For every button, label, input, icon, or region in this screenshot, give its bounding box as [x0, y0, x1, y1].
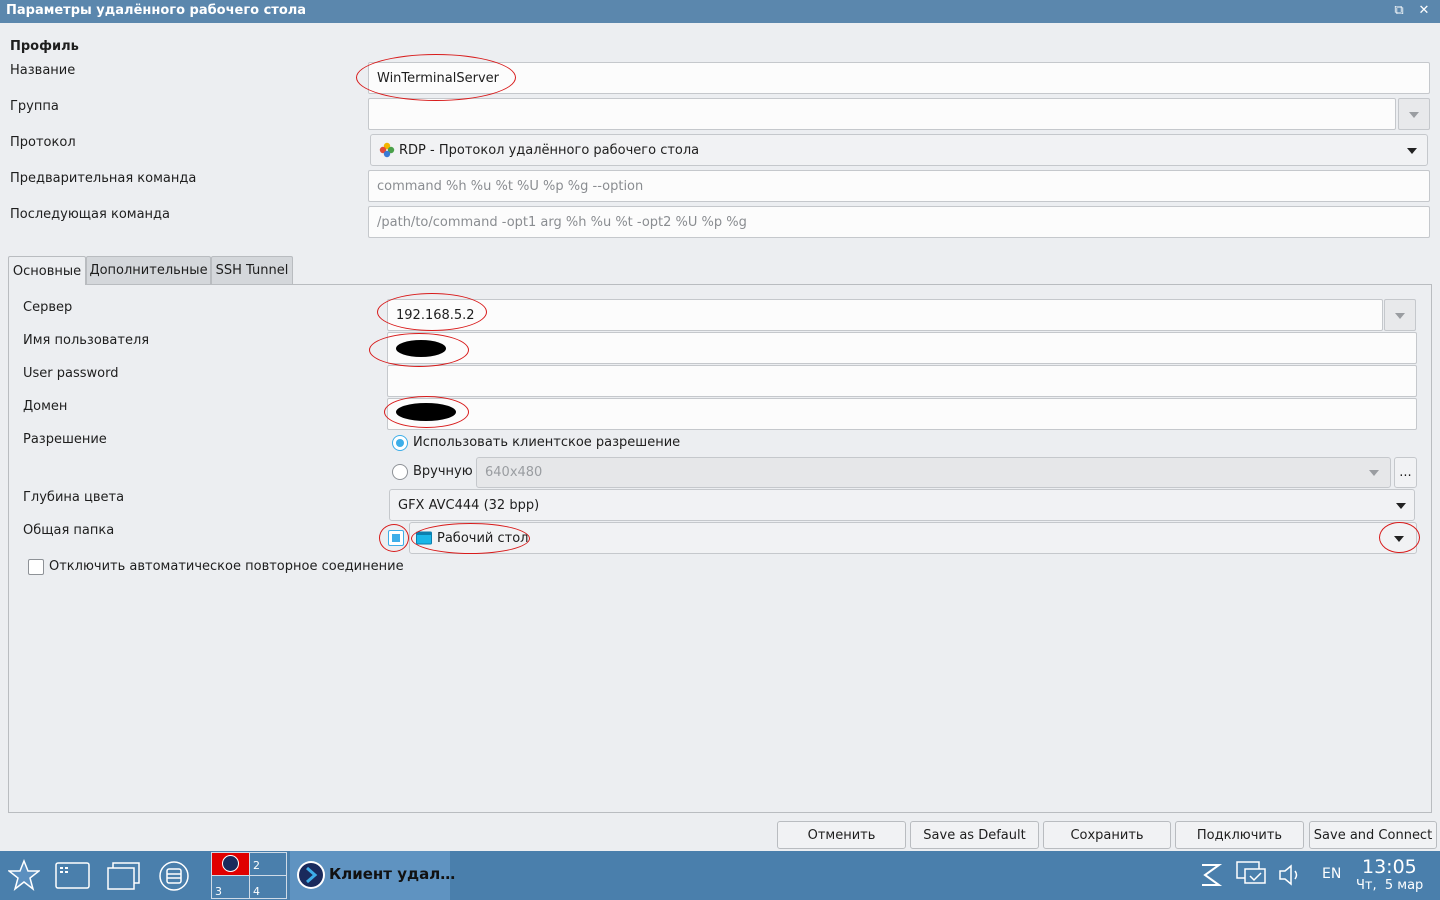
- tab-ssh-tunnel[interactable]: SSH Tunnel: [211, 256, 293, 284]
- workspace-1[interactable]: [212, 853, 249, 875]
- resolution-client-label: Использовать клиентское разрешение: [413, 435, 681, 450]
- workspace-4-label: 4: [253, 885, 260, 898]
- password-input[interactable]: [387, 365, 1417, 397]
- restore-icon[interactable]: ⧉: [1390, 2, 1408, 20]
- start-menu-star-icon[interactable]: [8, 859, 40, 891]
- password-label: User password: [23, 366, 119, 381]
- workspace-pager[interactable]: 2 3 4: [211, 852, 287, 899]
- save-button[interactable]: Сохранить: [1043, 821, 1171, 849]
- tab-advanced-label: Дополнительные: [89, 263, 208, 278]
- clock-time[interactable]: 13:05: [1362, 856, 1417, 878]
- redaction-mark: [396, 340, 446, 357]
- protocol-label: Протокол: [10, 135, 76, 150]
- protocol-value: RDP - Протокол удалённого рабочего стола: [399, 142, 700, 158]
- cancel-button[interactable]: Отменить: [777, 821, 906, 849]
- resolution-manual-select[interactable]: 640x480: [476, 457, 1391, 488]
- server-label: Сервер: [23, 300, 73, 315]
- folder-icon: [416, 531, 432, 545]
- workspace-2[interactable]: 2: [249, 853, 286, 875]
- chevron-down-icon: [1407, 148, 1417, 154]
- cancel-label: Отменить: [807, 827, 876, 843]
- resolution-more-button[interactable]: ...: [1394, 457, 1417, 488]
- workspace-2-label: 2: [253, 859, 260, 872]
- resolution-client-radio[interactable]: [392, 435, 408, 451]
- server-value: 192.168.5.2: [396, 307, 475, 323]
- save-label: Сохранить: [1070, 827, 1144, 843]
- chevron-down-icon: [1396, 503, 1406, 509]
- group-dropdown-button[interactable]: [1398, 98, 1430, 130]
- protocol-select[interactable]: RDP - Протокол удалённого рабочего стола: [370, 134, 1428, 166]
- color-depth-label: Глубина цвета: [23, 490, 125, 505]
- color-depth-select[interactable]: GFX AVC444 (32 bpp): [389, 489, 1415, 521]
- shared-folder-label: Общая папка: [23, 523, 115, 538]
- resolution-more-label: ...: [1399, 465, 1412, 480]
- task-title: Клиент удал…: [329, 865, 456, 883]
- network-sync-icon[interactable]: [1199, 862, 1223, 888]
- group-label: Группа: [10, 99, 59, 114]
- save-as-default-label: Save as Default: [923, 827, 1026, 843]
- precommand-input[interactable]: command %h %u %t %U %p %g --option: [368, 170, 1430, 202]
- save-and-connect-button[interactable]: Save and Connect: [1309, 821, 1437, 849]
- domain-label: Домен: [23, 399, 68, 414]
- precommand-placeholder: command %h %u %t %U %p %g --option: [377, 178, 644, 194]
- server-dropdown-button[interactable]: [1384, 299, 1416, 331]
- group-input[interactable]: [368, 98, 1396, 130]
- name-input-value: WinTerminalServer: [377, 70, 499, 86]
- precommand-label: Предварительная команда: [10, 171, 197, 186]
- connect-button[interactable]: Подключить: [1175, 821, 1304, 849]
- remmina-app-icon: [297, 861, 325, 889]
- username-input[interactable]: [387, 332, 1417, 364]
- shared-folder-value: Рабочий стол: [437, 530, 529, 546]
- workspace-4[interactable]: 4: [249, 875, 286, 898]
- taskbar-task-remmina[interactable]: Клиент удал…: [290, 851, 455, 900]
- disable-reconnect-label: Отключить автоматическое повторное соеди…: [49, 559, 404, 574]
- clock-date[interactable]: Чт, 5 мар: [1356, 878, 1423, 893]
- resolution-manual-radio[interactable]: [392, 464, 408, 480]
- chevron-down-icon: [1369, 470, 1379, 476]
- color-depth-value: GFX AVC444 (32 bpp): [398, 497, 540, 513]
- windows-overview-icon[interactable]: [107, 862, 141, 890]
- workspace-3[interactable]: 3: [212, 875, 249, 898]
- postcommand-label: Последующая команда: [10, 207, 171, 222]
- rdp-protocol-icon: [379, 142, 395, 158]
- domain-input[interactable]: [387, 398, 1417, 430]
- resolution-manual-label: Вручную: [413, 464, 473, 479]
- server-input[interactable]: 192.168.5.2: [387, 299, 1383, 331]
- file-manager-icon[interactable]: [158, 860, 190, 892]
- postcommand-input[interactable]: /path/to/command -opt1 arg %h %u %t -opt…: [368, 206, 1430, 238]
- connect-label: Подключить: [1196, 827, 1283, 843]
- window-titlebar: Параметры удалённого рабочего стола ⧉ ✕: [0, 0, 1440, 23]
- display-icon[interactable]: [1236, 861, 1266, 889]
- chevron-down-icon: [1395, 313, 1405, 319]
- close-icon[interactable]: ✕: [1415, 2, 1433, 20]
- save-as-default-button[interactable]: Save as Default: [910, 821, 1039, 849]
- disable-reconnect-checkbox[interactable]: [28, 559, 44, 575]
- profile-section-label: Профиль: [10, 39, 79, 54]
- show-desktop-icon[interactable]: [55, 862, 91, 890]
- tab-basic-label: Основные: [12, 263, 82, 279]
- keyboard-layout-indicator[interactable]: EN: [1322, 866, 1341, 882]
- shared-folder-select[interactable]: Рабочий стол: [409, 522, 1417, 554]
- tab-basic[interactable]: Основные: [8, 256, 86, 285]
- name-input[interactable]: WinTerminalServer: [368, 62, 1430, 94]
- remmina-app-icon: [222, 855, 239, 872]
- username-label: Имя пользователя: [23, 333, 150, 348]
- name-label: Название: [10, 63, 76, 78]
- tab-advanced[interactable]: Дополнительные: [86, 256, 211, 284]
- window-title: Параметры удалённого рабочего стола: [6, 3, 307, 18]
- chevron-down-icon: [1394, 536, 1404, 542]
- redaction-mark: [396, 403, 456, 421]
- volume-icon[interactable]: [1278, 862, 1304, 888]
- resolution-manual-value: 640x480: [485, 465, 543, 480]
- chevron-down-icon: [1409, 112, 1419, 118]
- workspace-3-label: 3: [215, 885, 222, 898]
- resolution-label: Разрешение: [23, 432, 107, 447]
- save-and-connect-label: Save and Connect: [1313, 827, 1433, 843]
- shared-folder-checkbox[interactable]: [388, 530, 404, 546]
- tab-ssh-tunnel-label: SSH Tunnel: [215, 263, 289, 278]
- postcommand-placeholder: /path/to/command -opt1 arg %h %u %t -opt…: [377, 214, 747, 230]
